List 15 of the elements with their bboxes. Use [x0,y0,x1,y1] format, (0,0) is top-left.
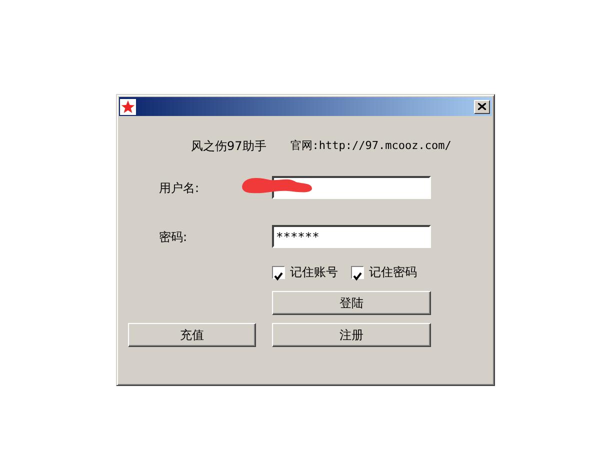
star-icon [120,98,136,114]
checkbox-label[interactable]: 记住账号 [290,263,338,281]
checkbox-box[interactable] [272,266,285,278]
register-button[interactable]: 注册 [272,323,431,347]
recharge-button[interactable]: 充值 [128,323,256,347]
app-name: 风之伤97助手 [191,138,266,155]
close-button[interactable] [474,100,490,114]
website-text: 官网:http://97.mcooz.com/ [290,138,452,154]
login-button[interactable]: 登陆 [272,291,431,315]
field-label: 用户名: [158,180,200,196]
checkbox-box[interactable] [351,266,364,278]
field-label: 密码: [158,228,188,246]
checkbox-label[interactable]: 记住密码 [369,263,417,281]
close-icon [478,103,486,110]
password-field[interactable]: ****** [272,225,431,248]
